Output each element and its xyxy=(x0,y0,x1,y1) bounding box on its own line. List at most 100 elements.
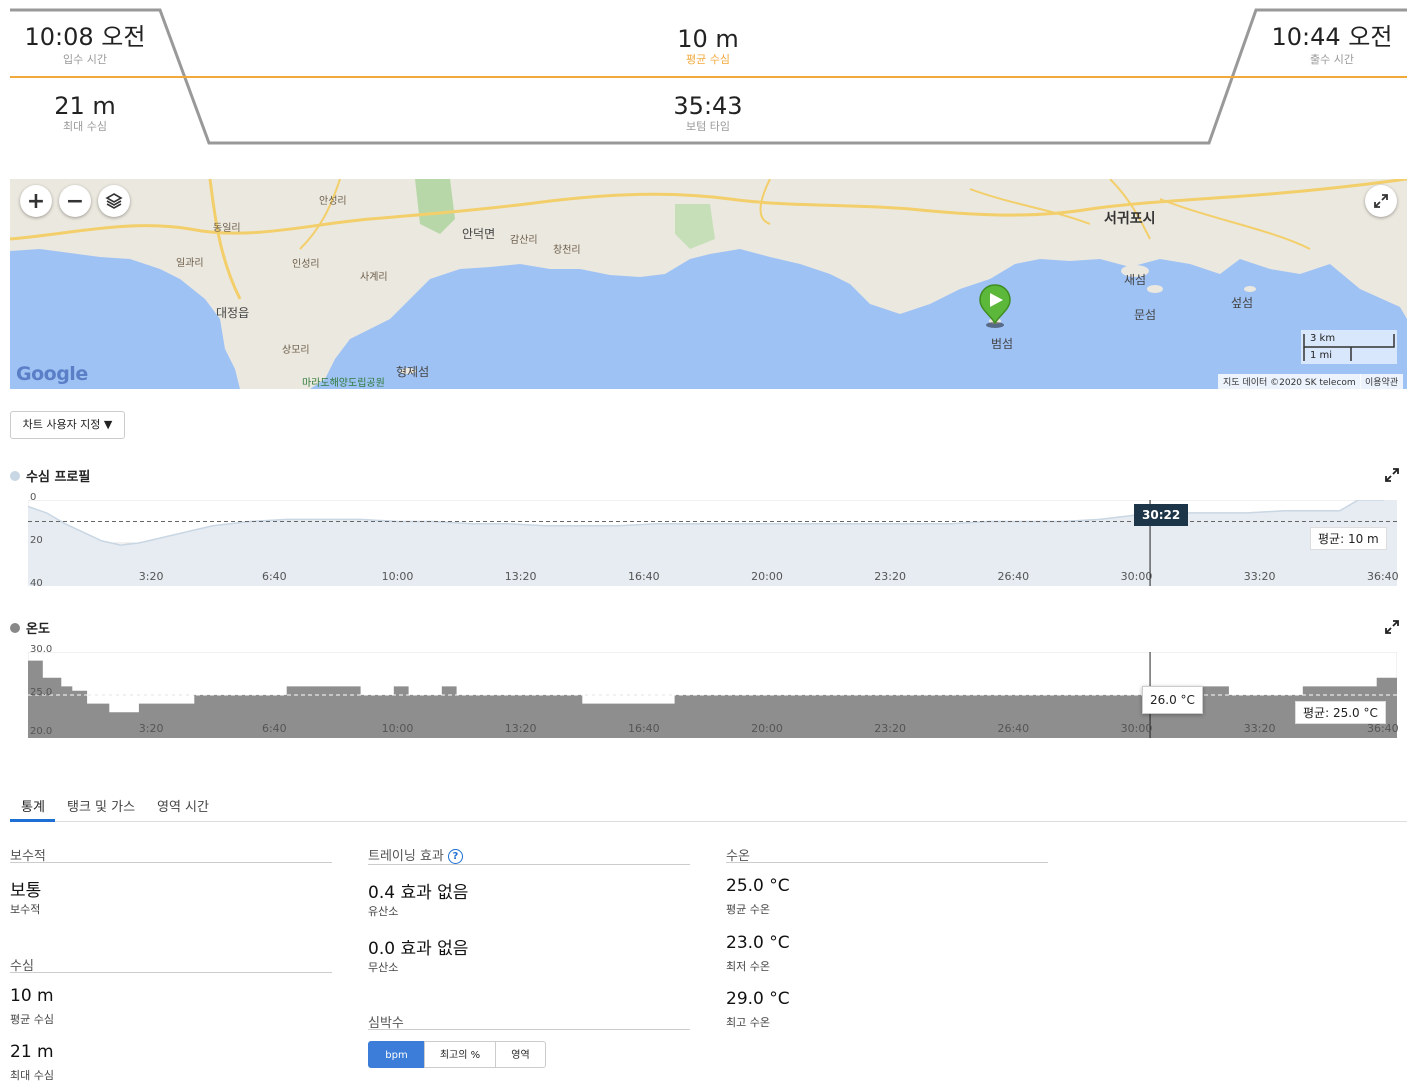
stat-max-depth-label: 최대 수심 xyxy=(10,1069,54,1082)
stat-avg-temp: 25.0 °C xyxy=(726,876,790,896)
chart-customize-dropdown[interactable]: 차트 사용자 지정 ▼ xyxy=(10,411,125,439)
temp-x-tick: 16:40 xyxy=(627,722,660,735)
max-depth: 21 m xyxy=(54,92,116,120)
conservatism-value: 보통 xyxy=(10,881,42,901)
map-fullscreen-button[interactable] xyxy=(1365,185,1397,217)
scale-mi: 1 mi xyxy=(1310,350,1333,361)
avg-depth-label: 평균 수심 xyxy=(686,53,730,66)
training-effect-header-text: 트레이닝 효과 xyxy=(368,849,444,864)
map-attribution: 지도 데이터 ©2020 SK telecom xyxy=(1218,374,1361,389)
depth-x-tick: 36:40 xyxy=(1366,570,1399,583)
depth-chart-title-text: 수심 프로필 xyxy=(26,470,91,485)
depth-chart-title: 수심 프로필 xyxy=(10,466,90,485)
tab-zone-time[interactable]: 영역 시간 xyxy=(157,796,209,815)
help-icon[interactable]: ? xyxy=(447,849,463,864)
depth-series-dot xyxy=(10,470,20,481)
map-label-sangmo: 상모리 xyxy=(282,345,310,356)
tab-tanks-gas[interactable]: 탱크 및 가스 xyxy=(67,796,135,815)
depth-x-tick: 26:40 xyxy=(997,570,1030,583)
dive-map[interactable]: + − 서귀포시 대정읍 안덕면 새섬 문섬 섶섬 범섬 형제섬 마라도해양도립… xyxy=(10,179,1407,389)
hr-unit-bpm-button[interactable]: bpm xyxy=(368,1041,425,1068)
avg-depth: 10 m xyxy=(677,25,739,53)
hr-unit-zone-button[interactable]: 영역 xyxy=(495,1041,546,1068)
temp-x-tick: 26:40 xyxy=(997,722,1030,735)
fullscreen-icon xyxy=(1374,194,1388,208)
depth-y-tick: 0 xyxy=(30,492,37,503)
temp-chart-title-text: 온도 xyxy=(26,622,50,637)
stat-avg-depth-label: 평균 수심 xyxy=(10,1013,54,1026)
map-label-marado-park: 마라도해양도립공원 xyxy=(302,378,385,389)
temp-x-tick: 10:00 xyxy=(381,722,414,735)
zoom-in-button[interactable]: + xyxy=(20,185,52,217)
zoom-out-button[interactable]: − xyxy=(59,185,91,217)
map-terms-link[interactable]: 이용약관 xyxy=(1360,374,1404,389)
map-label-munseom: 문섬 xyxy=(1134,308,1157,322)
training-effect-header: 트레이닝 효과? xyxy=(368,845,463,864)
temp-x-tick: 20:00 xyxy=(751,722,783,735)
section-rule xyxy=(368,1029,690,1030)
temp-chart-title: 온도 xyxy=(10,618,50,637)
temp-x-tick: 6:40 xyxy=(261,722,287,735)
temp-x-tick: 33:20 xyxy=(1243,722,1276,735)
section-rule xyxy=(10,972,332,973)
temp-y-tick: 25.0 xyxy=(30,687,53,698)
section-rule xyxy=(726,862,1048,863)
section-rule xyxy=(10,862,332,863)
map-label-changcheon: 창천리 xyxy=(553,245,581,256)
aerobic-effect-value: 0.4 효과 없음 xyxy=(368,883,469,903)
hr-unit-max-percent-button[interactable]: 최고의 % xyxy=(424,1041,496,1068)
temp-chart-expand-icon[interactable] xyxy=(1384,619,1400,635)
map-label-andeok: 안덕면 xyxy=(462,227,496,241)
map-label-hyeongjeseom: 형제섬 xyxy=(396,365,430,379)
temp-average-label: 평균: 25.0 °C xyxy=(1295,701,1386,724)
temp-x-tick: 3:20 xyxy=(138,722,164,735)
temp-series-dot xyxy=(10,622,20,633)
entry-time: 10:08 오전 xyxy=(24,23,146,51)
depth-profile-chart[interactable] xyxy=(27,499,1398,587)
section-rule xyxy=(368,864,690,865)
map-terrain xyxy=(10,179,1407,389)
tab-divider xyxy=(10,821,1407,822)
layers-button[interactable] xyxy=(98,185,130,217)
depth-x-tick: 20:00 xyxy=(751,570,783,583)
temp-x-tick: 23:20 xyxy=(874,722,907,735)
stat-min-temp-label: 최저 수온 xyxy=(726,960,770,973)
depth-x-tick: 23:20 xyxy=(874,570,907,583)
map-label-dongil: 동일리 xyxy=(213,223,241,234)
depth-y-tick: 40 xyxy=(30,578,43,589)
map-label-seogwipo: 서귀포시 xyxy=(1104,211,1156,227)
cursor-time-tooltip: 30:22 xyxy=(1134,504,1189,526)
depth-average-label: 평균: 10 m xyxy=(1310,527,1387,550)
stat-max-temp: 29.0 °C xyxy=(726,989,790,1009)
scale-km: 3 km xyxy=(1310,333,1336,344)
depth-x-tick: 13:20 xyxy=(504,570,537,583)
depth-chart-expand-icon[interactable] xyxy=(1384,467,1400,483)
temp-y-tick: 20.0 xyxy=(30,726,53,737)
bottom-time-label: 보텀 타임 xyxy=(686,120,730,133)
map-label-sagye: 사계리 xyxy=(360,272,388,283)
stat-avg-temp-label: 평균 수온 xyxy=(726,903,770,916)
depth-y-tick: 20 xyxy=(30,535,43,546)
map-label-inseong: 인성리 xyxy=(292,259,320,270)
map-label-anseong: 안성리 xyxy=(319,196,347,207)
map-label-seopseom: 섶섬 xyxy=(1231,296,1254,310)
anaerobic-effect-label: 무산소 xyxy=(368,961,399,974)
google-logo: Google xyxy=(16,363,88,385)
stat-min-temp: 23.0 °C xyxy=(726,933,790,953)
map-label-beomseom: 범섬 xyxy=(991,337,1014,351)
depth-x-tick: 30:00 xyxy=(1120,570,1153,583)
entry-time-label: 입수 시간 xyxy=(63,53,107,66)
dive-location-marker[interactable] xyxy=(978,283,1012,329)
exit-time: 10:44 오전 xyxy=(1271,23,1393,51)
stat-max-temp-label: 최고 수온 xyxy=(726,1016,770,1029)
tab-statistics[interactable]: 통계 xyxy=(21,796,45,815)
temp-x-tick: 13:20 xyxy=(504,722,537,735)
cursor-temp-tooltip: 26.0 °C xyxy=(1142,686,1203,714)
exit-time-label: 출수 시간 xyxy=(1310,53,1354,66)
depth-x-tick: 3:20 xyxy=(138,570,164,583)
map-label-gamsan: 감산리 xyxy=(510,235,538,246)
depth-x-tick: 33:20 xyxy=(1243,570,1276,583)
conservatism-label: 보수적 xyxy=(10,903,41,916)
anaerobic-effect-value: 0.0 효과 없음 xyxy=(368,939,469,959)
depth-x-tick: 16:40 xyxy=(627,570,660,583)
